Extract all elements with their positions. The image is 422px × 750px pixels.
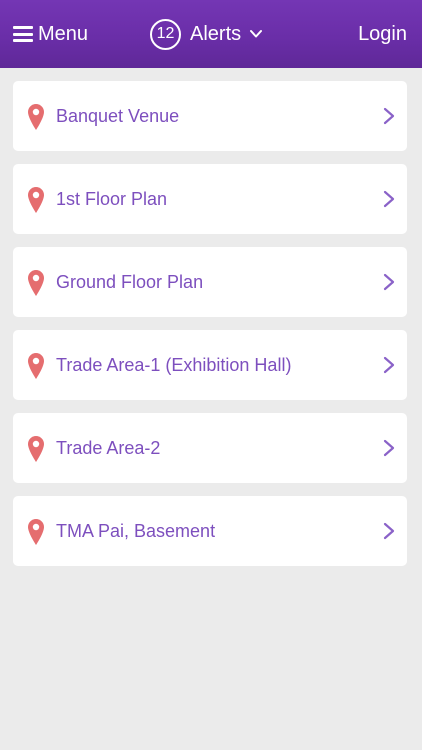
menu-button[interactable]: Menu [13, 0, 88, 68]
venue-list-item[interactable]: Banquet Venue [13, 81, 407, 151]
alerts-count-badge: 12 [150, 18, 181, 50]
venue-list-item[interactable]: TMA Pai, Basement [13, 496, 407, 566]
venue-label: Trade Area-1 (Exhibition Hall) [56, 354, 292, 375]
chevron-right-icon [383, 522, 395, 540]
venue-label: TMA Pai, Basement [56, 520, 216, 541]
venue-list-item[interactable]: Trade Area-2 [13, 413, 407, 483]
map-pin-icon [27, 435, 45, 463]
map-pin-icon [27, 103, 45, 131]
venue-label: 1st Floor Plan [56, 188, 168, 209]
venue-list: Banquet Venue 1st Floor Plan Ground Floo… [13, 81, 407, 579]
venue-label: Banquet Venue [56, 105, 180, 126]
hamburger-icon [13, 26, 33, 42]
chevron-right-icon [383, 273, 395, 291]
venue-list-item[interactable]: 1st Floor Plan [13, 164, 407, 234]
venue-list-item[interactable]: Ground Floor Plan [13, 247, 407, 317]
login-button[interactable]: Login [358, 0, 407, 68]
chevron-right-icon [383, 190, 395, 208]
map-pin-icon [27, 352, 45, 380]
alerts-label: Alerts [190, 23, 242, 45]
venue-label: Ground Floor Plan [56, 271, 204, 292]
chevron-down-icon [249, 27, 263, 41]
venue-list-item[interactable]: Trade Area-1 (Exhibition Hall) [13, 330, 407, 400]
menu-label: Menu [38, 23, 89, 45]
alerts-dropdown[interactable]: 12 Alerts [150, 0, 263, 68]
chevron-right-icon [383, 356, 395, 374]
venue-label: Trade Area-2 [56, 437, 161, 458]
chevron-right-icon [383, 107, 395, 125]
top-app-bar: Menu 12 Alerts Login [0, 0, 422, 68]
map-pin-icon [27, 186, 45, 214]
map-pin-icon [27, 269, 45, 297]
chevron-right-icon [383, 439, 395, 457]
map-pin-icon [27, 518, 45, 546]
